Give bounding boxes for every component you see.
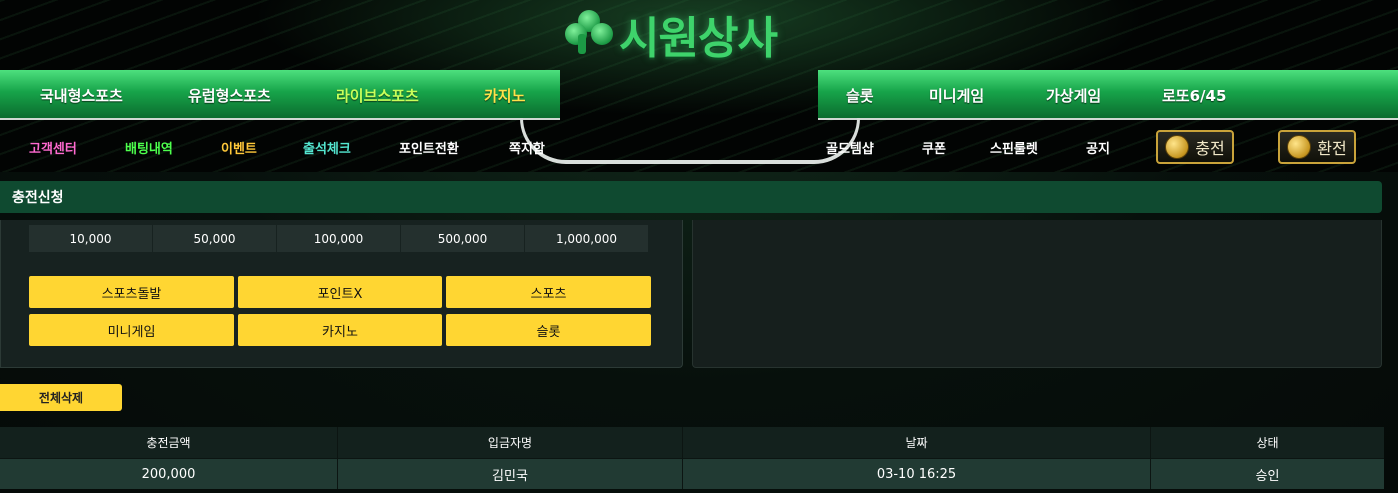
logo-text: 시원상사 [619,13,778,64]
main-nav-domestic-sports[interactable]: 국내형스포츠 [40,85,123,106]
amount-options: 10,000 50,000 100,000 500,000 1,000,000 [29,225,648,252]
cell-depositor: 김민국 [338,459,683,489]
main-nav-left: 국내형스포츠 유럽형스포츠 라이브스포츠 카지노 [0,70,560,120]
main-nav-right: 슬롯 미니게임 가상게임 로또6/45 [818,70,1398,120]
page: 시원상사 국내형스포츠 유럽형스포츠 라이브스포츠 카지노 슬롯 미니게임 가상… [0,0,1398,493]
delete-all-button[interactable]: 전체삭제 [0,384,122,411]
amount-option[interactable]: 10,000 [29,225,152,252]
header: 시원상사 국내형스포츠 유럽형스포츠 라이브스포츠 카지노 슬롯 미니게임 가상… [0,0,1398,172]
deposit-coin-icon [1165,135,1190,159]
main-nav-live-sports[interactable]: 라이브스포츠 [336,85,419,106]
game-button-point-x[interactable]: 포인트X [238,276,442,308]
sub-nav-right: 골드템샵 쿠폰 스핀룰렛 공지 충전 환전 [800,122,1398,172]
cell-date: 03-10 16:25 [683,459,1151,489]
game-button-slot[interactable]: 슬롯 [446,314,651,346]
withdraw-button[interactable]: 환전 [1278,130,1356,164]
sub-nav: 고객센터 배팅내역 이벤트 출석체크 포인트전환 쪽지함 골드템샵 쿠폰 스핀룰… [0,122,1398,172]
deposit-form-panel: 10,000 50,000 100,000 500,000 1,000,000 … [0,220,683,368]
sub-nav-customer-center[interactable]: 고객센터 [29,138,77,157]
deposit-history-table: 충전금액 입금자명 날짜 상태 200,000 김민국 03-10 16:25 … [0,427,1384,489]
cell-amount: 200,000 [0,459,338,489]
info-panel [692,220,1382,368]
game-button-sports-sudden[interactable]: 스포츠돌발 [29,276,234,308]
main-nav-european-sports[interactable]: 유럽형스포츠 [188,85,271,106]
site-logo[interactable]: 시원상사 [565,4,778,64]
column-header-amount: 충전금액 [0,427,338,458]
main-nav-minigame[interactable]: 미니게임 [929,85,984,106]
section-title: 충전신청 [0,181,1382,213]
withdraw-label: 환전 [1317,139,1347,158]
game-button-casino[interactable]: 카지노 [238,314,442,346]
main-nav-slot[interactable]: 슬롯 [846,85,874,106]
sub-nav-attendance[interactable]: 출석체크 [303,138,351,157]
main-nav-casino[interactable]: 카지노 [484,85,525,106]
clover-icon [565,10,613,58]
main-nav: 국내형스포츠 유럽형스포츠 라이브스포츠 카지노 슬롯 미니게임 가상게임 로또… [0,70,1398,120]
sub-nav-bet-history[interactable]: 배팅내역 [125,138,173,157]
sub-nav-event[interactable]: 이벤트 [221,138,257,157]
deposit-label: 충전 [1195,139,1225,158]
game-button-sports[interactable]: 스포츠 [446,276,651,308]
cell-status: 승인 [1255,468,1280,484]
table-header: 충전금액 입금자명 날짜 상태 [0,427,1384,458]
withdraw-money-icon [1287,135,1312,159]
amount-option[interactable]: 500,000 [401,225,524,252]
amount-option[interactable]: 50,000 [153,225,276,252]
sub-nav-gold-shop[interactable]: 골드템샵 [826,138,874,157]
sub-nav-notice[interactable]: 공지 [1086,138,1110,157]
game-type-buttons: 스포츠돌발 포인트X 스포츠 미니게임 카지노 슬롯 [29,276,651,346]
sub-nav-spin-roulette[interactable]: 스핀룰렛 [990,138,1038,157]
amount-option[interactable]: 100,000 [277,225,400,252]
column-header-status: 상태 [1256,436,1279,450]
column-header-depositor: 입금자명 [338,427,683,458]
deposit-button[interactable]: 충전 [1156,130,1234,164]
main-nav-lotto[interactable]: 로또6/45 [1162,85,1226,106]
sub-nav-left: 고객센터 배팅내역 이벤트 출석체크 포인트전환 쪽지함 [0,122,560,172]
sub-nav-coupon[interactable]: 쿠폰 [922,138,946,157]
sub-nav-inbox[interactable]: 쪽지함 [509,138,545,157]
column-header-date: 날짜 [683,427,1151,458]
amount-option[interactable]: 1,000,000 [525,225,648,252]
main-nav-virtual-game[interactable]: 가상게임 [1046,85,1101,106]
table-row[interactable]: 200,000 김민국 03-10 16:25 승인 [0,458,1384,489]
game-button-minigame[interactable]: 미니게임 [29,314,234,346]
sub-nav-point-exchange[interactable]: 포인트전환 [399,138,459,157]
